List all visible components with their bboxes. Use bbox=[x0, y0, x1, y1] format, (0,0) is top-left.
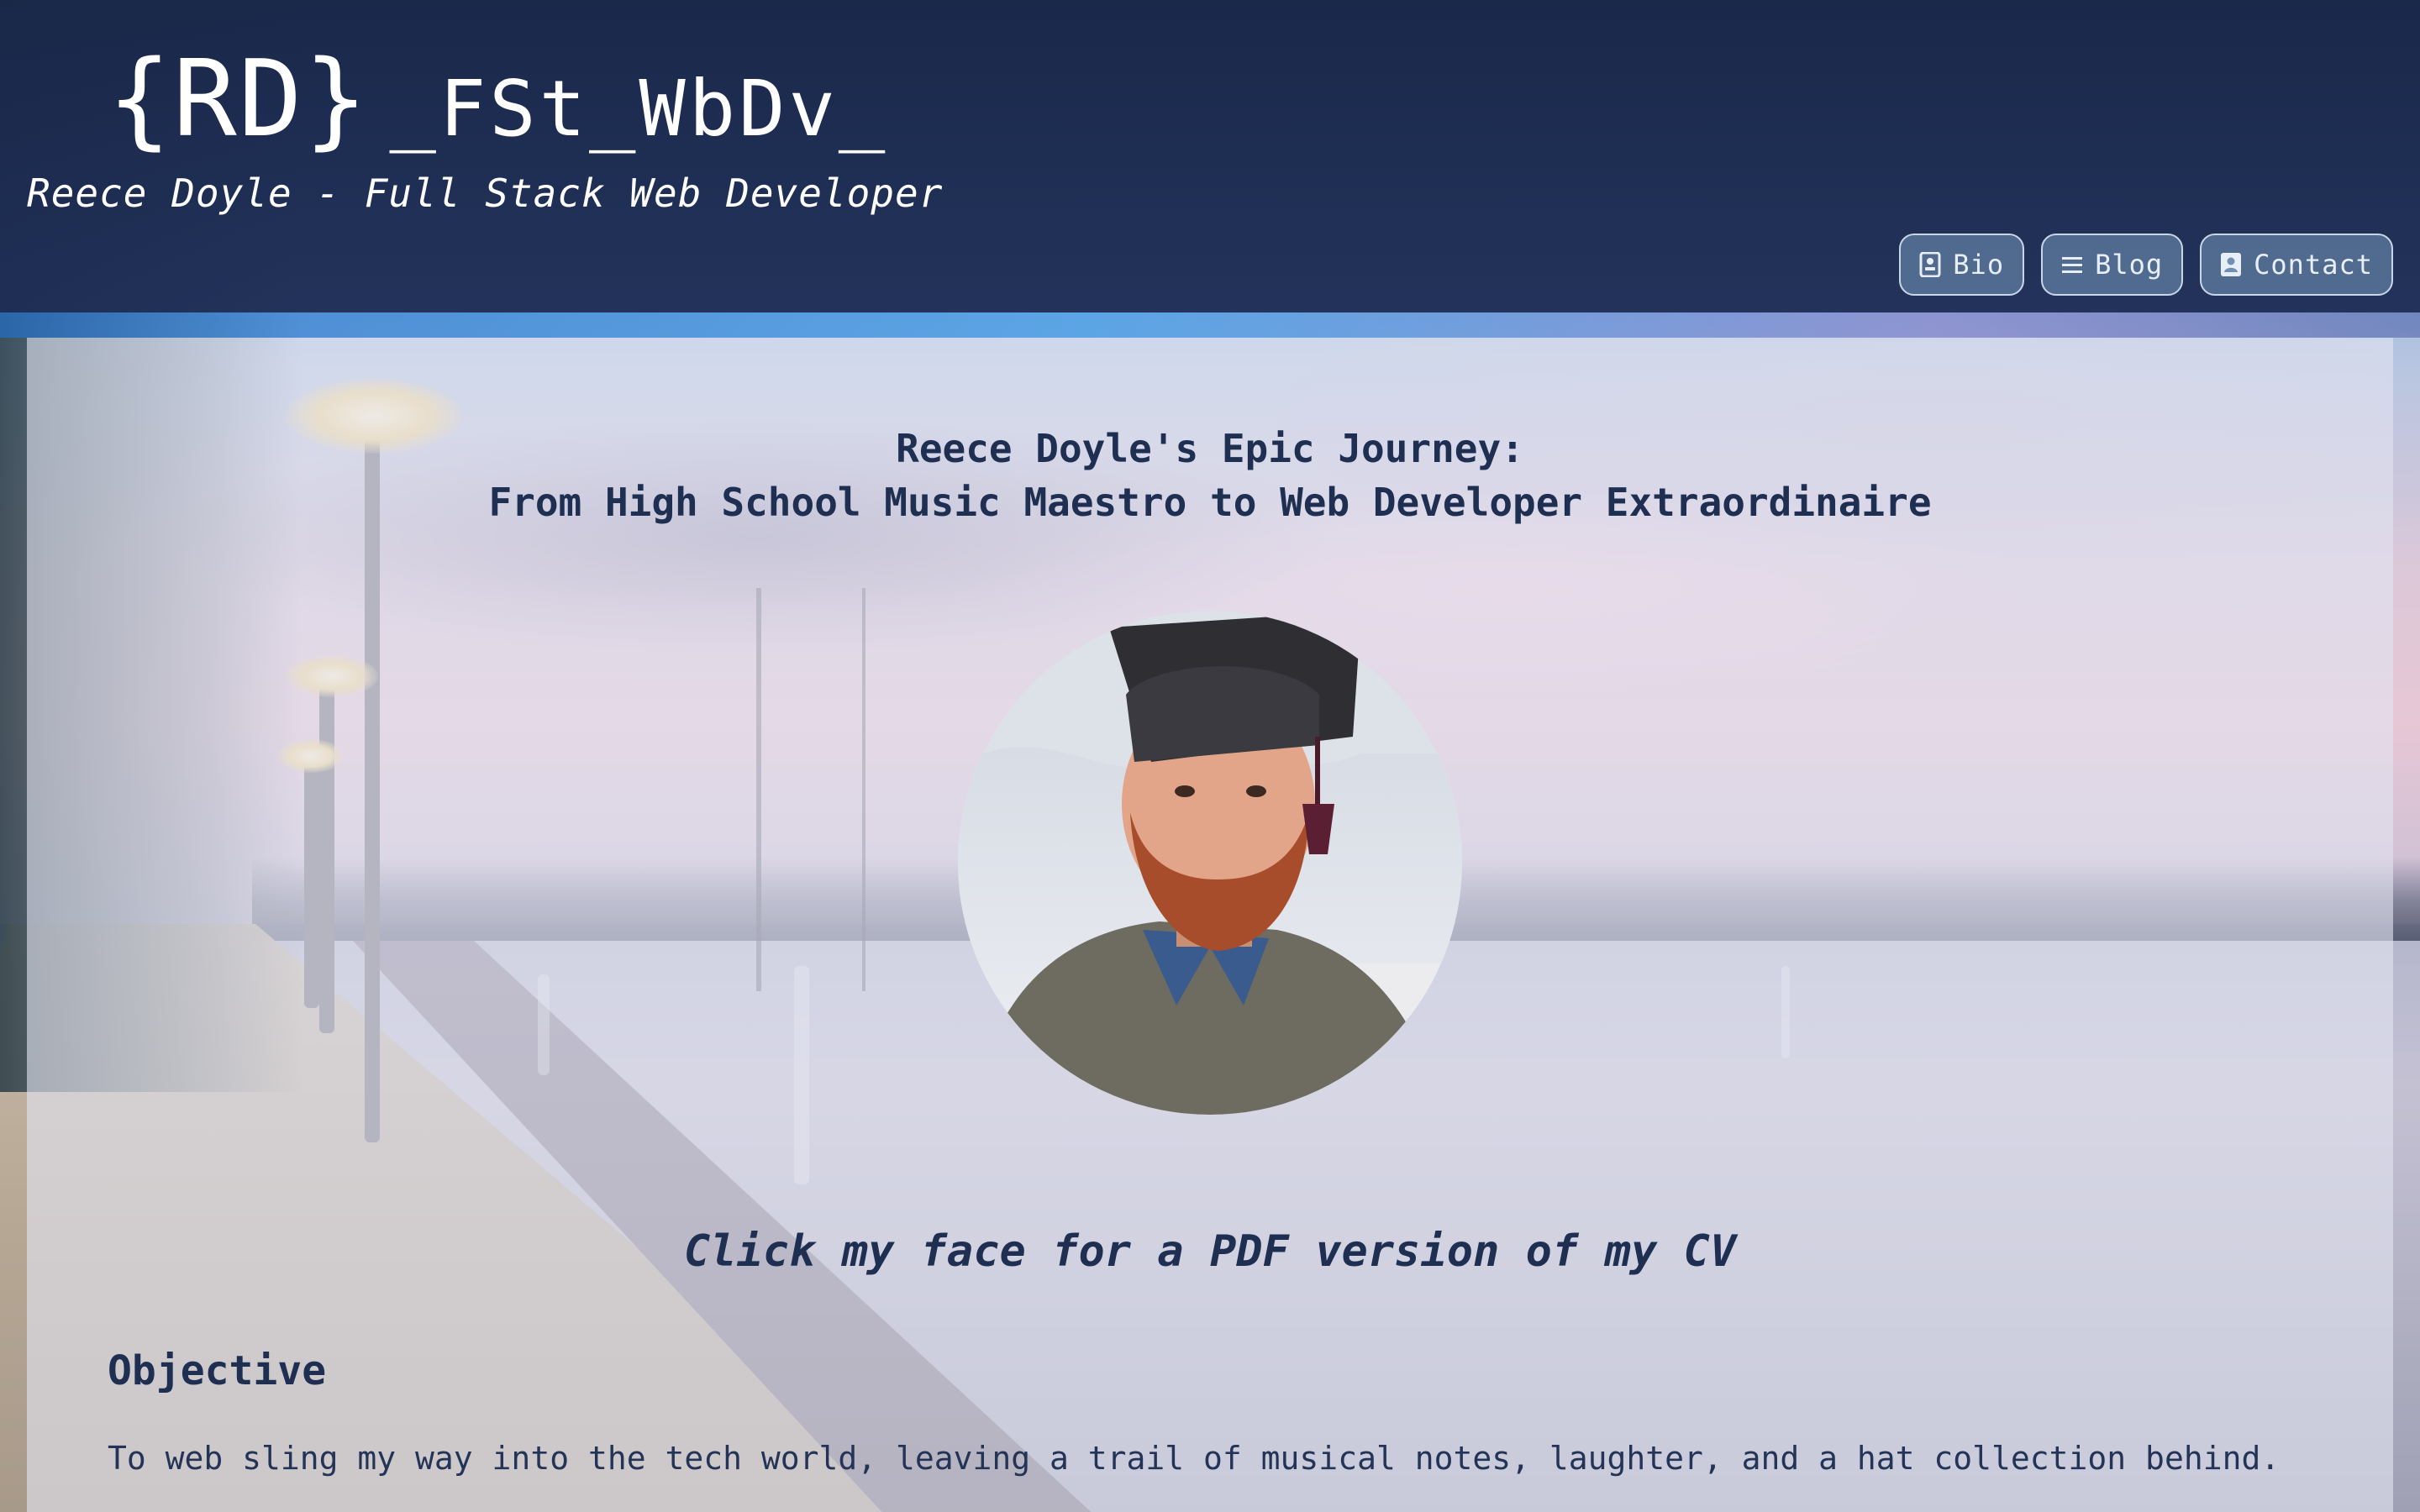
nav-contact-label: Contact bbox=[2254, 249, 2373, 281]
header-accent-strip bbox=[0, 312, 2420, 338]
site-tagline: Reece Doyle - Full Stack Web Developer bbox=[27, 171, 944, 216]
list-icon bbox=[2062, 257, 2083, 273]
nav-bio-label: Bio bbox=[1953, 249, 2005, 281]
objective-heading: Objective bbox=[108, 1347, 327, 1394]
objective-text: To web sling my way into the tech world,… bbox=[108, 1440, 2281, 1477]
page-headline: Reece Doyle's Epic Journey: From High Sc… bbox=[27, 422, 2393, 529]
id-badge-icon bbox=[1919, 252, 1941, 277]
profile-photo bbox=[958, 611, 1462, 1115]
cv-download-link[interactable]: Click my face for a PDF version of my CV bbox=[27, 1226, 2393, 1277]
site-logo[interactable]: {RD} _FSt_WbDv_ bbox=[108, 37, 888, 160]
headline-line-2: From High School Music Maestro to Web De… bbox=[488, 480, 1932, 525]
nav-blog-button[interactable]: Blog bbox=[2041, 234, 2184, 296]
logo-mark: {RD} bbox=[108, 37, 370, 160]
logo-text: _FSt_WbDv_ bbox=[389, 64, 889, 154]
profile-photo-cv-link[interactable] bbox=[958, 611, 1462, 1115]
address-book-icon bbox=[2221, 253, 2242, 276]
headline-line-1: Reece Doyle's Epic Journey: bbox=[896, 426, 1524, 471]
site-header: {RD} _FSt_WbDv_ Reece Doyle - Full Stack … bbox=[0, 0, 2420, 312]
nav-blog-label: Blog bbox=[2095, 249, 2164, 281]
main-nav: Bio Blog Contact bbox=[1899, 234, 2393, 296]
content-panel: Reece Doyle's Epic Journey: From High Sc… bbox=[27, 338, 2393, 1512]
nav-bio-button[interactable]: Bio bbox=[1899, 234, 2025, 296]
nav-contact-button[interactable]: Contact bbox=[2200, 234, 2393, 296]
